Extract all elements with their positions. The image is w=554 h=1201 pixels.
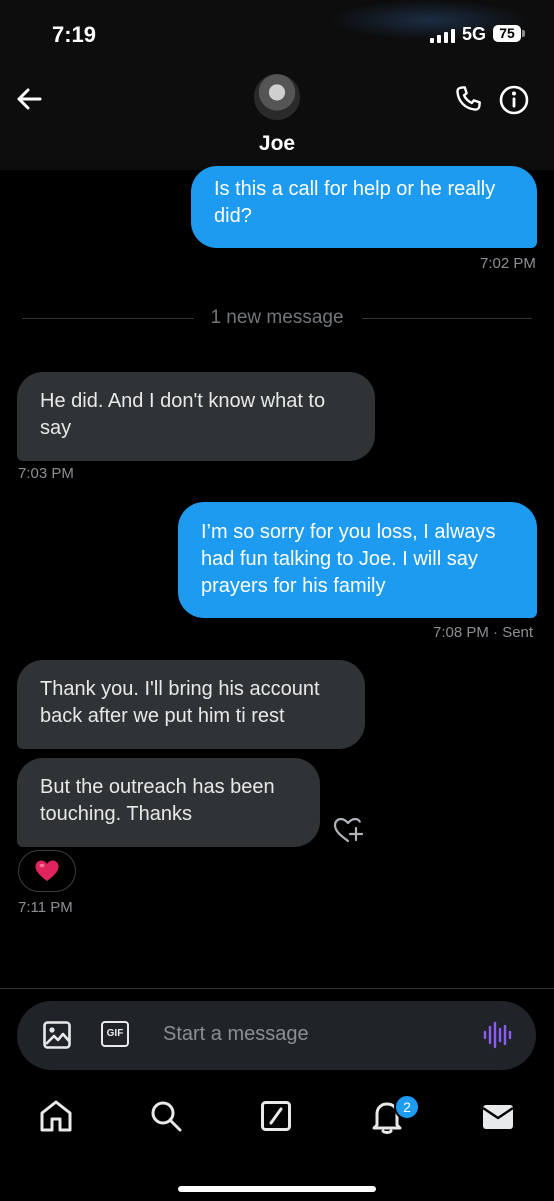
home-icon[interactable]	[38, 1099, 74, 1133]
notification-badge: 2	[394, 1094, 420, 1120]
message-timestamp: 7:03 PM	[18, 465, 74, 482]
message-timestamp: 7:02 PM	[480, 255, 536, 272]
battery-tip	[522, 30, 525, 37]
message-timestamp: 7:08 PM · Sent	[433, 624, 533, 641]
grok-icon[interactable]	[260, 1100, 292, 1132]
home-indicator	[178, 1186, 376, 1192]
info-icon[interactable]	[498, 84, 530, 116]
phone-call-icon[interactable]	[452, 83, 484, 115]
contact-name[interactable]: Joe	[0, 132, 554, 156]
message-input[interactable]: Start a message	[163, 1023, 309, 1046]
avatar[interactable]	[254, 74, 300, 120]
network-type: 5G	[462, 24, 487, 44]
cellular-signal-icon	[430, 28, 455, 43]
messages-envelope-icon[interactable]	[482, 1104, 514, 1130]
message-status: · Sent	[493, 624, 534, 641]
add-reaction-icon[interactable]	[332, 815, 366, 845]
battery-icon: 75	[493, 25, 521, 42]
message-time: 7:08 PM	[433, 624, 489, 641]
outgoing-message-bubble[interactable]: Is this a call for help or he really did…	[191, 166, 537, 248]
gif-icon[interactable]: GIF	[101, 1021, 129, 1047]
back-arrow-icon[interactable]	[14, 84, 44, 114]
status-time: 7:19	[52, 22, 97, 47]
image-icon[interactable]	[42, 1020, 72, 1050]
message-timestamp: 7:11 PM	[18, 899, 73, 916]
incoming-message-bubble[interactable]: He did. And I don't know what to say	[17, 372, 375, 461]
incoming-message-bubble[interactable]: But the outreach has been touching. Than…	[17, 758, 320, 847]
red-heart-icon	[35, 860, 59, 881]
divider-line-right	[362, 318, 532, 319]
search-icon[interactable]	[149, 1099, 183, 1133]
outgoing-message-bubble[interactable]: I’m so sorry for you loss, I always had …	[178, 502, 537, 618]
incoming-message-bubble[interactable]: Thank you. I'll bring his account back a…	[17, 660, 365, 749]
heart-reaction[interactable]	[18, 850, 76, 892]
voice-message-icon[interactable]	[482, 1020, 512, 1050]
